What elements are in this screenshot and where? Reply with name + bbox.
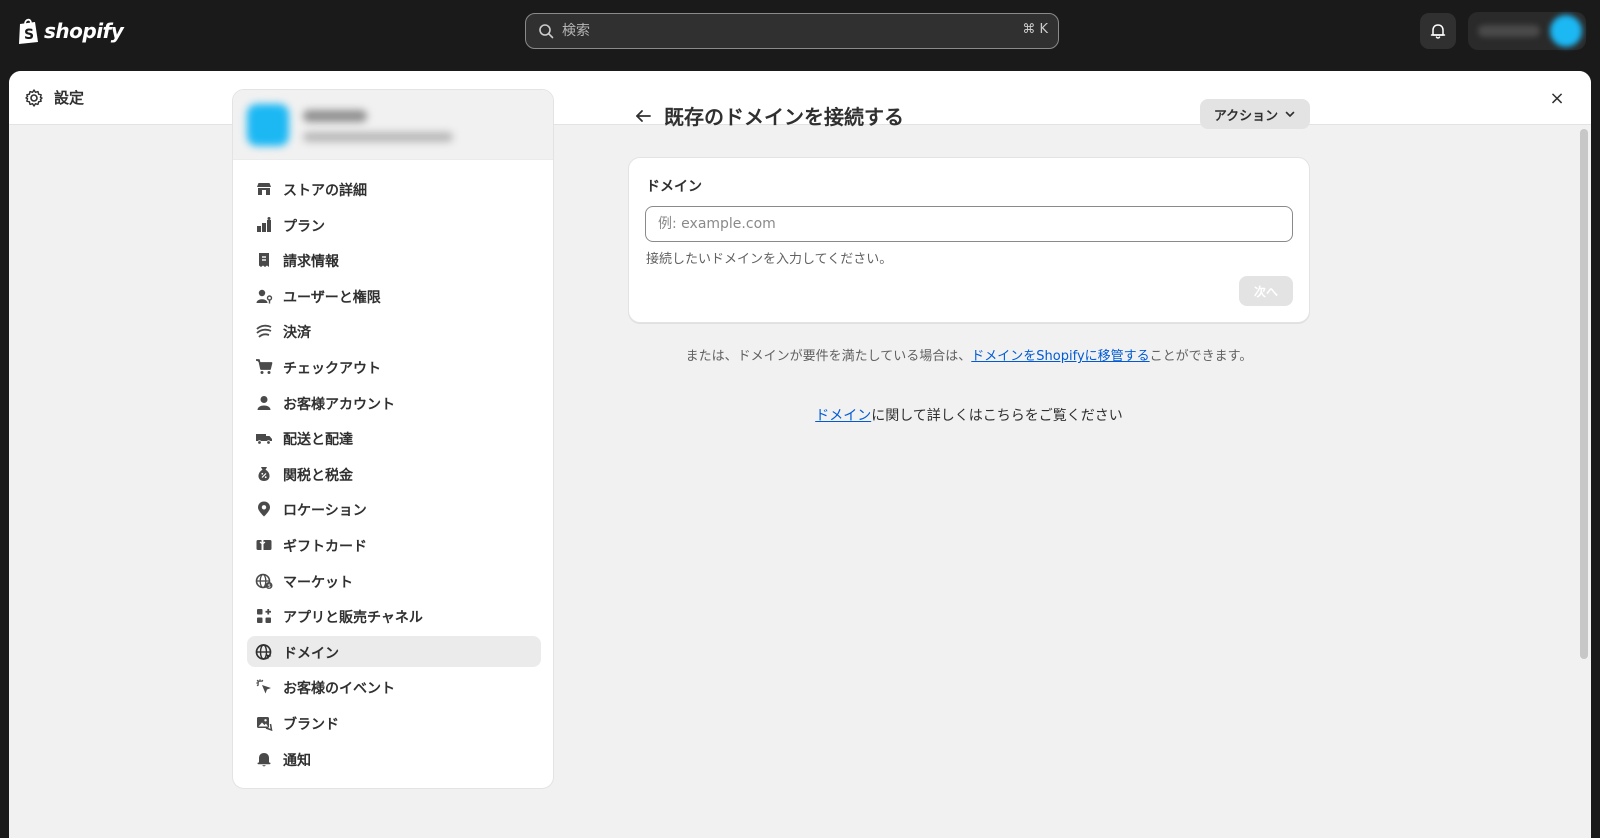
transfer-domain-link[interactable]: ドメインをShopifyに移管する [971,349,1149,364]
close-button[interactable]: × [1545,86,1569,110]
learn-suffix: に関して詳しくはこちらをご覧ください [871,408,1123,424]
sidebar-item-label: お客様アカウント [283,396,395,413]
store-name-redacted [303,110,367,122]
logo-text: shopify [44,19,124,43]
sidebar-item-label: マーケット [283,574,353,591]
payments-icon [256,325,272,339]
sidebar-item-label: アプリと販売チャネル [283,610,423,627]
sidebar-item-store-details[interactable]: ストアの詳細 [247,173,541,204]
truck-icon [256,434,272,445]
plan-icon [257,216,271,232]
cursor-click-icon [256,679,271,694]
sidebar-item-label: 配送と配達 [283,432,353,449]
sidebar-item-label: 決済 [283,325,311,342]
notifications-button[interactable] [1420,13,1456,49]
sidebar-item-domains[interactable]: ドメイン [247,635,541,667]
transfer-suffix: ことができます。 [1149,349,1253,364]
sidebar-item-label: ドメイン [283,645,339,662]
store-avatar [247,104,289,146]
sidebar-item-users[interactable]: ユーザーと権限 [247,280,541,311]
sidebar-item-label: ギフトカード [283,538,367,555]
globe-icon [255,643,272,660]
sidebar-item-label: 請求情報 [283,254,339,271]
shopify-bag-icon: S [19,18,38,44]
actions-label: アクション [1213,108,1279,124]
sidebar-item-label: プラン [283,218,325,235]
search-input[interactable] [562,20,982,42]
transfer-hint: または、ドメインが要件を満たしている場合は、ドメインをShopifyに移管するこ… [628,345,1310,364]
sidebar-item-plan[interactable]: プラン [247,209,541,240]
sidebar-item-label: ユーザーと権限 [283,289,381,306]
sidebar-item-gift-cards[interactable]: ギフトカード [247,529,541,560]
learn-more: ドメインに関して詳しくはこちらをご覧ください [628,405,1310,425]
modal-title: 設定 [54,89,85,107]
gear-icon [25,89,43,107]
svg-text:S: S [24,27,34,43]
domain-input[interactable] [645,206,1293,242]
settings-sidebar: ストアの詳細 プラン 請求情報 ユーザーと権限 決済 チェックアウト お客様アカ… [232,89,554,789]
store-icon [257,183,271,195]
account-menu[interactable] [1468,12,1586,50]
person-icon [257,395,271,410]
next-button[interactable]: 次へ [1239,276,1293,306]
sidebar-item-customer-accounts[interactable]: お客様アカウント [247,387,541,418]
page-title: 既存のドメインを接続する [664,105,904,129]
chevron-down-icon [1285,111,1295,117]
sidebar-item-shipping[interactable]: 配送と配達 [247,422,541,453]
gift-card-icon [256,539,272,550]
top-bar: S shopify ⌘ K [0,0,1600,62]
sidebar-item-checkout[interactable]: チェックアウト [247,351,541,382]
store-switcher[interactable] [233,90,553,160]
account-name-redacted [1478,25,1540,37]
sidebar-item-apps[interactable]: アプリと販売チャネル [247,600,541,631]
sidebar-item-label: ストアの詳細 [283,183,367,199]
sidebar-item-notifications[interactable]: 通知 [247,743,541,774]
cart-icon [256,359,273,374]
svg-text:$: $ [267,583,271,589]
domain-field-label: ドメイン [646,179,702,195]
sidebar-item-label: チェックアウト [283,360,381,377]
domains-help-link[interactable]: ドメイン [815,408,871,424]
sidebar-item-label: ロケーション [283,503,367,520]
sidebar-item-billing[interactable]: 請求情報 [247,244,541,275]
bell-icon [257,752,271,766]
brand-image-icon [257,716,273,732]
avatar [1550,15,1582,47]
domain-card: ドメイン 接続したいドメインを入力してください。 次へ [628,157,1310,323]
user-permissions-icon [256,289,273,304]
sidebar-item-label: お客様のイベント [283,681,395,698]
shopify-logo[interactable]: S shopify [16,16,124,46]
back-button[interactable] [631,104,655,128]
sidebar-item-locations[interactable]: ロケーション [247,493,541,524]
sidebar-item-customer-events[interactable]: お客様のイベント [247,671,541,702]
sidebar-item-label: 関税と税金 [283,467,353,484]
settings-nav: ストアの詳細 プラン 請求情報 ユーザーと権限 決済 チェックアウト お客様アカ… [247,173,541,778]
globe-market-icon: $ [255,573,273,589]
scrollbar[interactable] [1580,129,1588,659]
tax-bag-icon [258,466,270,481]
sidebar-item-taxes[interactable]: 関税と税金 [247,458,541,489]
transfer-prefix: または、ドメインが要件を満たしている場合は、 [685,349,972,364]
sidebar-item-payments[interactable]: 決済 [247,315,541,346]
search-shortcut: ⌘ K [1022,22,1048,37]
search-bar[interactable]: ⌘ K [525,13,1059,49]
receipt-icon [259,253,269,268]
actions-button[interactable]: アクション [1200,99,1310,129]
domain-help-text: 接続したいドメインを入力してください。 [646,252,893,267]
apps-icon [257,609,271,624]
sidebar-item-markets[interactable]: $ マーケット [247,565,541,596]
sidebar-item-brand[interactable]: ブランド [247,707,541,738]
arrow-left-icon [636,110,651,122]
sidebar-item-label: ブランド [283,716,339,733]
sidebar-item-label: 通知 [283,752,311,769]
store-email-redacted [303,132,453,142]
search-icon [539,24,554,39]
bell-icon [1430,24,1446,39]
location-pin-icon [258,501,270,517]
